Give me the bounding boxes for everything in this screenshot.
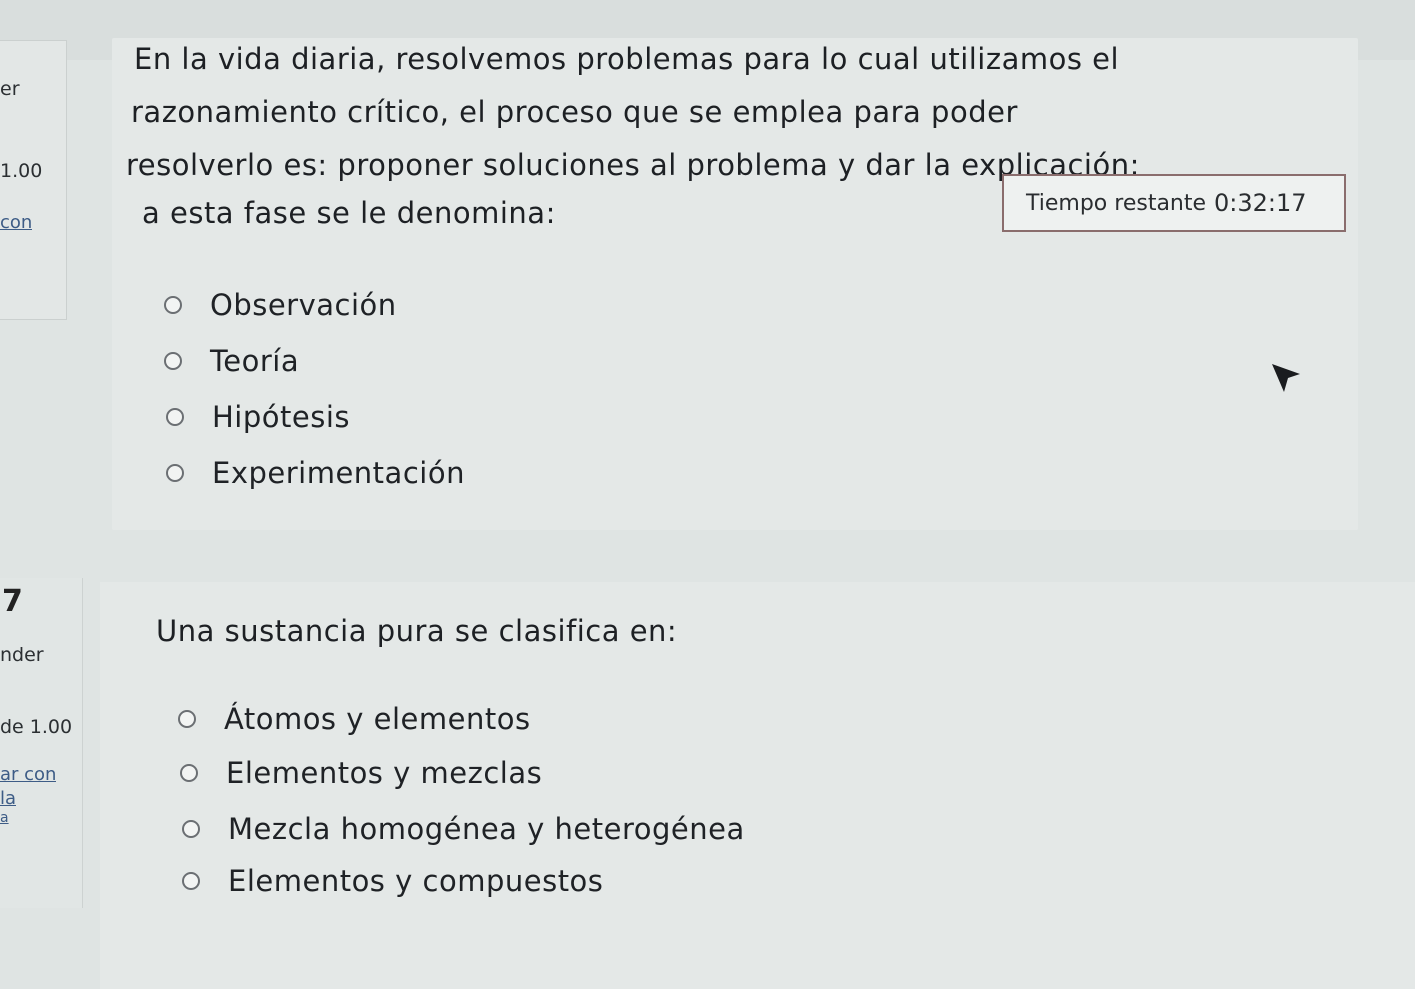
radio-button[interactable] xyxy=(182,872,200,890)
answer-option-label: Experimentación xyxy=(212,456,465,490)
info-status-fragment: er xyxy=(0,78,20,100)
question-text-line: razonamiento crítico, el proceso que se … xyxy=(131,95,1018,129)
answer-option[interactable]: Mezcla homogénea y heterogénea xyxy=(182,812,745,846)
info-points-fragment: 1.00 xyxy=(0,160,43,182)
radio-button[interactable] xyxy=(182,820,200,838)
answer-option-label: Mezcla homogénea y heterogénea xyxy=(228,812,745,846)
radio-button[interactable] xyxy=(164,296,182,314)
info-status-fragment: nder xyxy=(0,644,44,666)
radio-button[interactable] xyxy=(166,464,184,482)
radio-button[interactable] xyxy=(164,352,182,370)
flag-question-link[interactable]: la xyxy=(0,788,16,809)
answer-option-label: Observación xyxy=(210,288,397,322)
flag-question-link[interactable]: ar con xyxy=(0,764,56,785)
question-text-line: resolverlo es: proponer soluciones al pr… xyxy=(126,148,1140,182)
question-text-line: a esta fase se le denomina: xyxy=(142,196,556,230)
answer-option-label: Hipótesis xyxy=(212,400,351,434)
answer-option-label: Teoría xyxy=(210,344,300,378)
answer-option[interactable]: Teoría xyxy=(164,344,299,378)
question-text-line: En la vida diaria, resolvemos problemas … xyxy=(134,42,1120,76)
answer-option[interactable]: Experimentación xyxy=(166,456,465,490)
question-info-panel xyxy=(0,578,83,908)
radio-button[interactable] xyxy=(166,408,184,426)
timer-value: 0:32:17 xyxy=(1214,189,1307,217)
answer-option[interactable]: Átomos y elementos xyxy=(178,702,531,736)
mouse-cursor-icon xyxy=(1272,364,1300,392)
answer-option-label: Átomos y elementos xyxy=(224,702,531,736)
info-points-fragment: de 1.00 xyxy=(0,716,73,738)
radio-button[interactable] xyxy=(180,764,198,782)
answer-option-label: Elementos y mezclas xyxy=(226,756,543,790)
radio-button[interactable] xyxy=(178,710,196,728)
flag-question-link[interactable]: a xyxy=(0,810,9,826)
timer-label: Tiempo restante xyxy=(1026,190,1207,216)
answer-option[interactable]: Observación xyxy=(164,288,397,322)
question-number: 7 xyxy=(2,584,23,619)
answer-option[interactable]: Elementos y mezclas xyxy=(180,756,542,790)
answer-option[interactable]: Hipótesis xyxy=(166,400,350,434)
answer-option-label: Elementos y compuestos xyxy=(228,864,604,898)
timer-box: Tiempo restante 0:32:17 xyxy=(1002,174,1346,232)
flag-question-link[interactable]: con xyxy=(0,212,32,233)
question-text: Una sustancia pura se clasifica en: xyxy=(156,614,678,648)
answer-option[interactable]: Elementos y compuestos xyxy=(182,864,603,898)
